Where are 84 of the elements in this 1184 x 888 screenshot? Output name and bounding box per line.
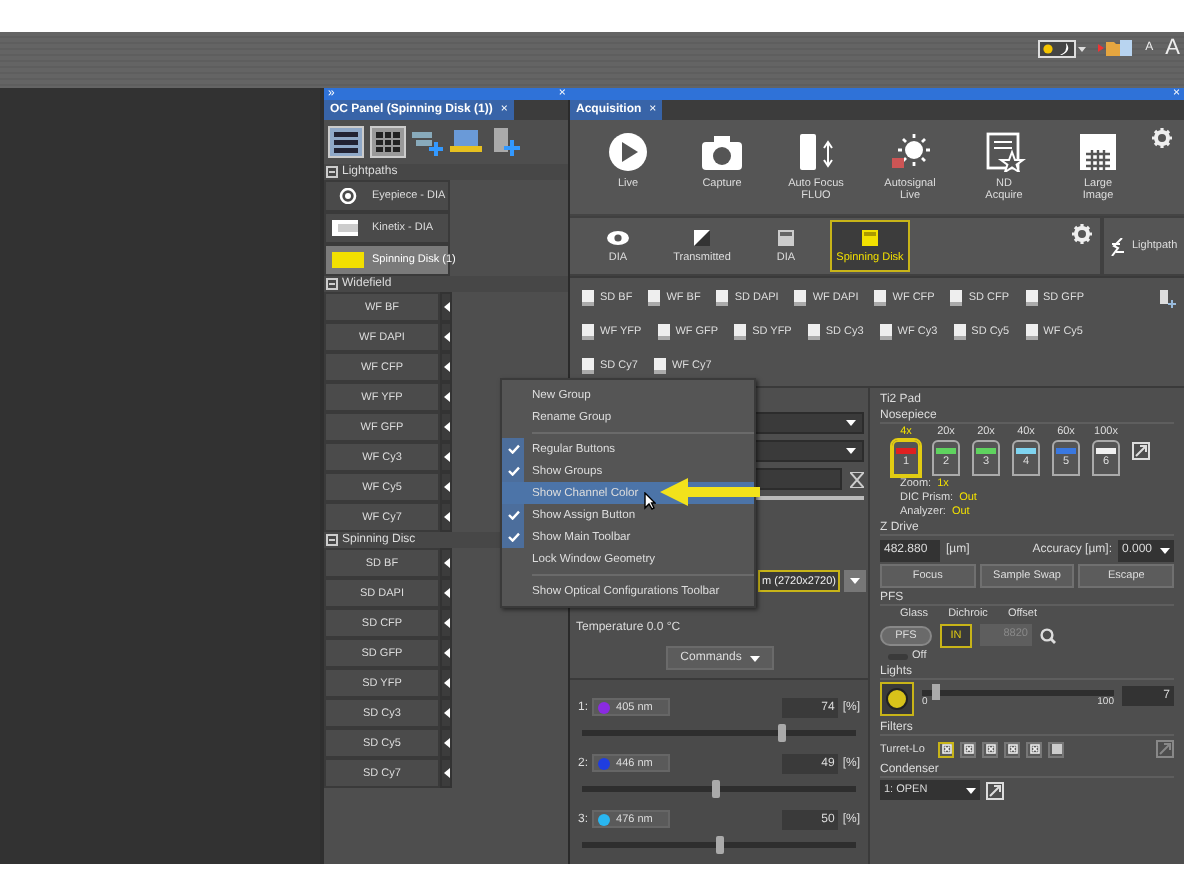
callout-arrow [660, 478, 760, 506]
tube-icon [653, 358, 666, 374]
expand-arrow-button[interactable] [440, 352, 452, 382]
tube-icon [807, 324, 820, 340]
filter-button[interactable] [1004, 741, 1021, 757]
expand-arrow-button[interactable] [440, 578, 452, 608]
filter-icon [1029, 744, 1040, 754]
filter-icon [941, 744, 952, 754]
caret-icon [850, 578, 860, 584]
grid-image-icon [1076, 132, 1120, 172]
filter-button[interactable] [960, 741, 977, 757]
tube-icon [950, 290, 963, 306]
expand-arrow-button[interactable] [440, 382, 452, 412]
filter-button[interactable] [1026, 741, 1043, 757]
expand-arrow-button[interactable] [440, 698, 452, 728]
expand-arrow-button[interactable] [440, 412, 452, 442]
text-field[interactable] [752, 468, 842, 490]
filter-icon [963, 744, 974, 754]
tube-icon [582, 358, 594, 374]
tube-icon [648, 290, 661, 306]
collapse-icon[interactable] [326, 534, 338, 546]
caret-icon [846, 420, 856, 426]
tube-icon [1025, 324, 1038, 340]
expand-arrow-button[interactable] [440, 758, 452, 788]
sun-icon [888, 132, 932, 172]
grid-view-icon[interactable] [370, 126, 406, 158]
expand-arrow-button[interactable] [440, 292, 452, 322]
caret-icon [966, 787, 976, 793]
font-size-button[interactable]: A [1165, 37, 1180, 59]
monitor-icon[interactable] [450, 128, 482, 156]
filter-button[interactable] [938, 741, 955, 757]
expand-arrow-button[interactable] [440, 668, 452, 698]
tube-icon [879, 324, 892, 340]
settings-icon[interactable] [1072, 224, 1092, 244]
slider-thumb[interactable] [778, 724, 786, 742]
tube-icon [657, 324, 670, 340]
filter-icon [985, 744, 996, 754]
tube-icon [716, 290, 729, 306]
collapse-icon[interactable] [326, 278, 338, 290]
dropdown-button[interactable] [844, 570, 866, 592]
hourglass-icon[interactable] [850, 471, 864, 487]
add-config-icon[interactable] [1160, 289, 1176, 307]
slider-thumb[interactable] [715, 836, 723, 854]
tube-icon [1025, 290, 1038, 306]
color-swatch-icon [332, 252, 364, 268]
cursor-icon [644, 492, 656, 510]
tube-icon [582, 290, 594, 306]
half-square-icon [690, 229, 714, 245]
caret-icon [846, 448, 856, 454]
expand-arrow-button[interactable] [440, 442, 452, 472]
settings-icon[interactable] [1152, 128, 1172, 148]
filter-icon [1007, 744, 1018, 754]
list-view-icon[interactable] [328, 126, 364, 158]
expand-arrow-button[interactable] [440, 608, 452, 638]
play-icon [606, 132, 650, 172]
expand-arrow-button[interactable] [440, 322, 452, 352]
folder-icon[interactable] [1097, 38, 1134, 58]
expand-arrow-button[interactable] [440, 728, 452, 758]
autofocus-icon [794, 132, 838, 172]
filter-button[interactable] [982, 741, 999, 757]
caret-icon [749, 655, 760, 661]
add-row-icon[interactable] [412, 128, 444, 156]
collapse-icon[interactable] [326, 166, 338, 178]
search-icon[interactable] [1040, 627, 1056, 643]
caret-icon [1160, 547, 1170, 553]
device-add-icon[interactable] [488, 128, 520, 156]
slider-thumb[interactable] [712, 780, 721, 798]
slider-track[interactable] [922, 690, 1114, 696]
device-icon [774, 229, 798, 245]
tube-icon [794, 290, 807, 306]
eye-icon [606, 229, 630, 245]
lightpath-icon [1110, 237, 1126, 255]
tube-icon [582, 324, 594, 340]
tube-icon [734, 324, 747, 340]
expand-arrow-button[interactable] [440, 472, 452, 502]
tube-icon [874, 290, 887, 306]
slider-thumb[interactable] [931, 684, 940, 700]
lamp-button[interactable] [880, 682, 914, 716]
display-mode-icon[interactable] [1037, 39, 1086, 57]
expand-arrow-button[interactable] [440, 548, 452, 578]
tube-icon [953, 324, 966, 340]
filter-button[interactable] [1048, 741, 1065, 757]
expand-arrow-button[interactable] [440, 638, 452, 668]
expand-arrow-button[interactable] [440, 502, 452, 532]
